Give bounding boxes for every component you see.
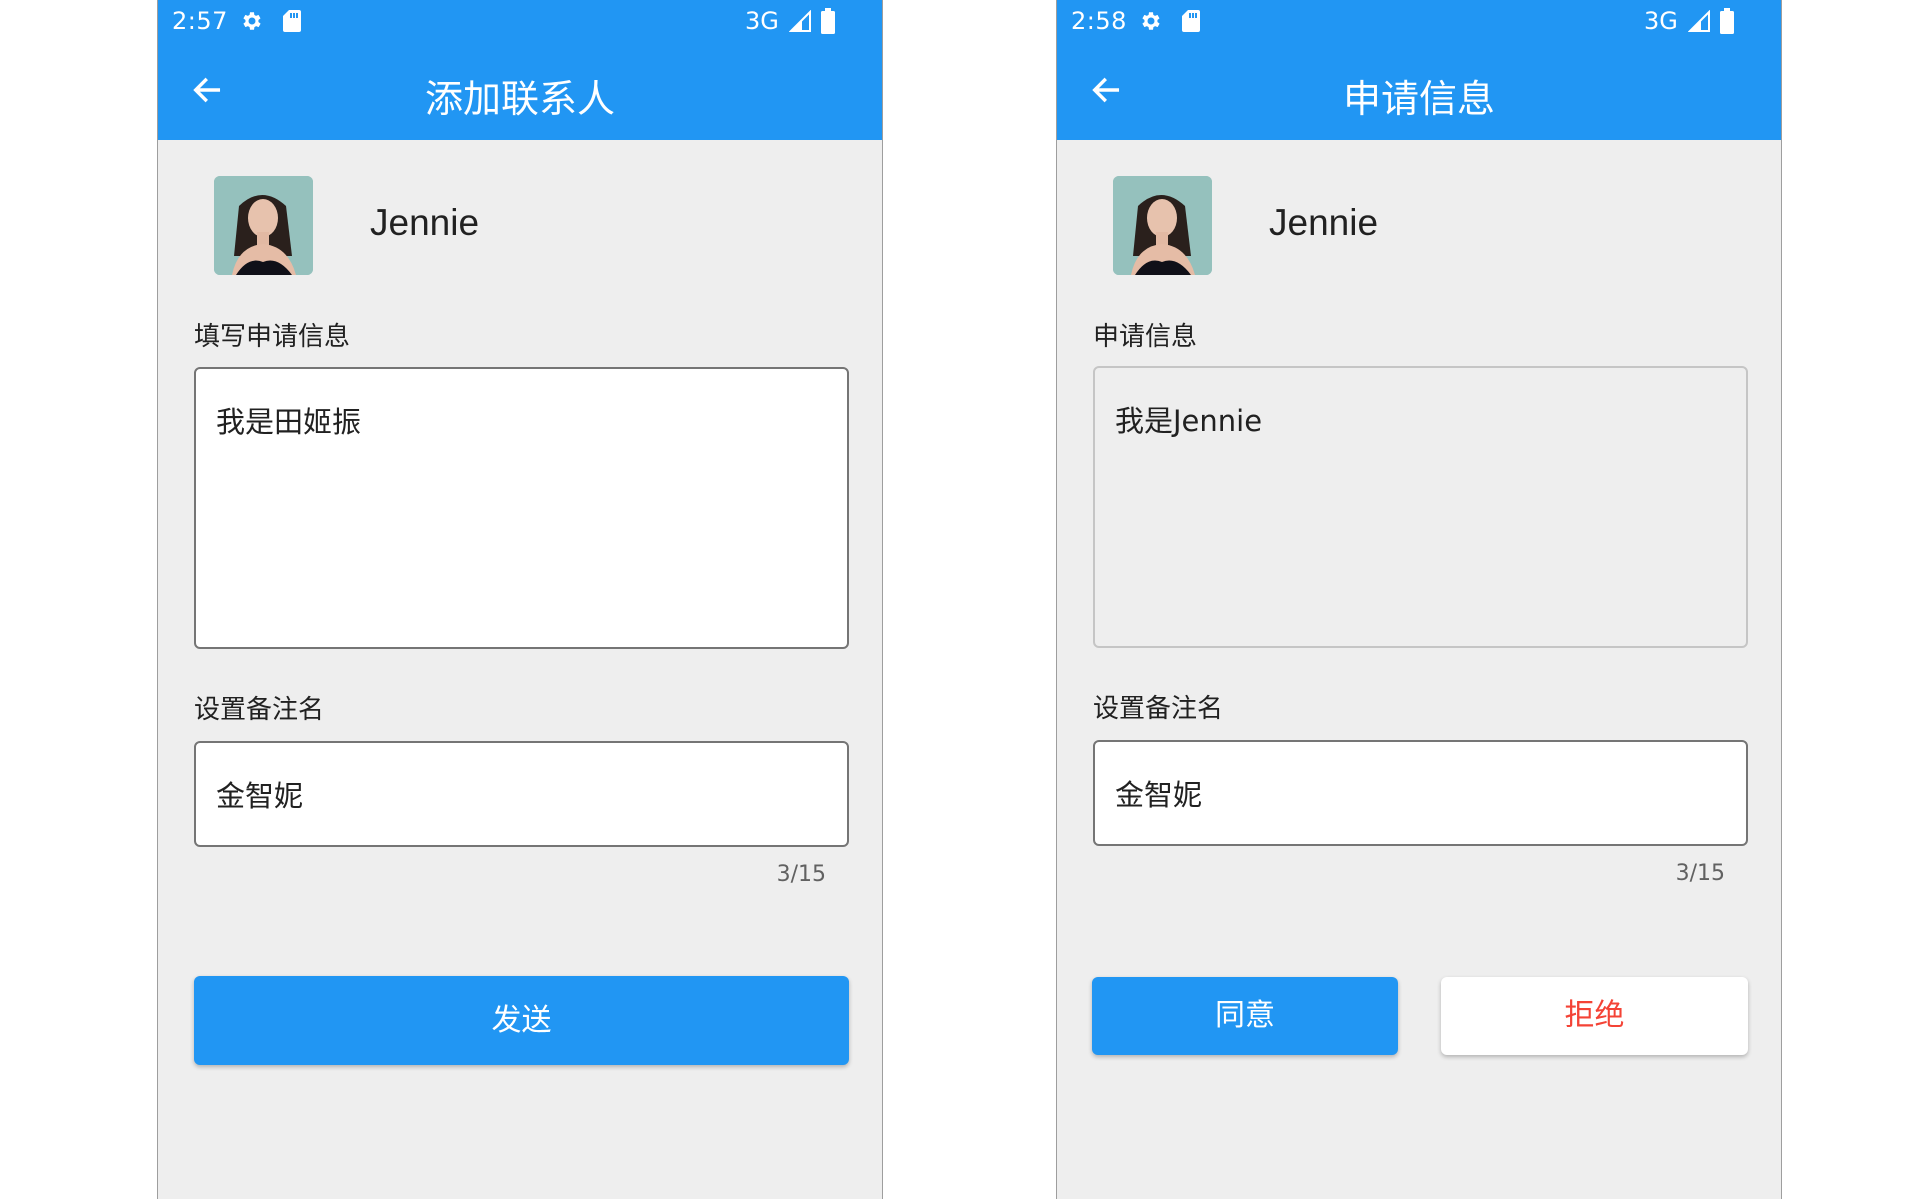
accept-button[interactable]: 同意 [1092,977,1398,1055]
remark-name-label: 设置备注名 [1093,694,1224,724]
remark-char-counter: 3/15 [1675,861,1725,886]
contact-name: Jennie [1269,202,1379,243]
remark-name-input[interactable]: 金智妮 [1093,740,1748,846]
page-title: 申请信息 [1342,77,1495,121]
status-bar: 2:57 3G [158,0,882,42]
sd-card-icon [283,10,301,32]
battery-icon [1720,8,1734,34]
contact-name: Jennie [370,202,480,243]
app-bar: 申请信息 [1057,42,1781,140]
avatar-image [214,176,313,275]
sd-card-icon [1182,10,1200,32]
signal-icon [789,10,811,32]
send-button[interactable]: 发送 [194,976,849,1065]
avatar [1113,176,1212,275]
request-message-input[interactable]: 我是田姬振 [194,367,849,649]
reject-button[interactable]: 拒绝 [1441,977,1748,1055]
request-message-label: 申请信息 [1093,322,1198,352]
remark-name-input[interactable]: 金智妮 [194,741,849,847]
request-message-label: 填写申请信息 [194,322,351,352]
request-info-screen: 2:58 3G 申请信息 Jennie 申请信息 我是Jennie 设置备注名 … [1056,0,1782,1199]
request-message-display: 我是Jennie [1093,366,1748,648]
status-time: 2:57 [172,7,228,35]
avatar [214,176,313,275]
network-type: 3G [745,7,779,35]
status-bar: 2:58 3G [1057,0,1781,42]
gear-icon [1142,12,1160,30]
signal-icon [1688,10,1710,32]
battery-icon [821,8,835,34]
add-contact-screen: 2:57 3G 添加联系人 Jennie 填写申请信息 我是田姬振 设置备注名 … [157,0,883,1199]
remark-name-label: 设置备注名 [194,695,325,725]
page-title: 添加联系人 [424,77,615,121]
avatar-image [1113,176,1212,275]
network-type: 3G [1644,7,1678,35]
status-time: 2:58 [1071,7,1127,35]
gear-icon [243,12,261,30]
remark-char-counter: 3/15 [776,862,826,887]
app-bar: 添加联系人 [158,42,882,140]
